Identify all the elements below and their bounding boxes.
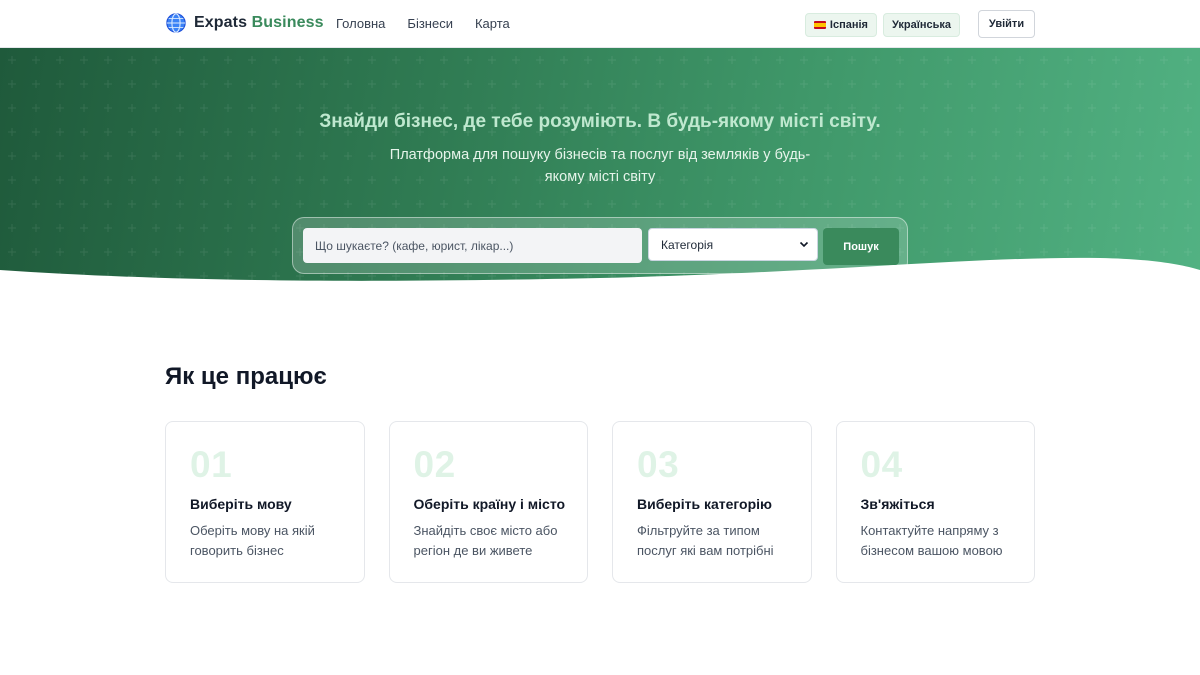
logo-text: Expats Business: [194, 14, 324, 31]
step-title: Виберіть категорію: [637, 496, 772, 512]
category-select[interactable]: Категорія: [648, 228, 818, 261]
nav-businesses[interactable]: Бізнеси: [407, 16, 453, 31]
header-actions: Іспанія Українська Увійти: [804, 10, 1035, 38]
language-selector[interactable]: Українська: [882, 13, 960, 37]
hero-title: Знайди бізнес, де тебе розуміють. В будь…: [319, 111, 881, 132]
step-card: 01 Виберіть мову Оберіть мову на якій го…: [165, 421, 365, 583]
country-label: Іспанія: [829, 19, 868, 31]
step-description: Оберіть мову на якій говорить бізнес: [190, 523, 315, 558]
country-selector[interactable]: Іспанія: [804, 13, 877, 37]
step-title: Виберіть мову: [190, 496, 292, 512]
search-input[interactable]: [303, 228, 642, 263]
spain-flag-icon: [813, 21, 826, 29]
steps-grid: 01 Виберіть мову Оберіть мову на якій го…: [165, 421, 1035, 583]
search-panel: Категорія Пошук: [292, 217, 908, 274]
step-description: Знайдіть своє місто або регіон де ви жив…: [413, 523, 558, 558]
main-nav: Головна Бізнеси Карта: [336, 16, 510, 31]
language-label: Українська: [891, 19, 951, 31]
globe-icon: [166, 13, 186, 33]
step-card: 03 Виберіть категорію Фільтруйте за типо…: [612, 421, 812, 583]
search-button[interactable]: Пошук: [823, 228, 899, 265]
step-number: 02: [413, 444, 456, 485]
chevron-down-icon: [799, 241, 809, 248]
step-title: Зв'яжіться: [860, 496, 935, 512]
logo[interactable]: Expats Business: [165, 12, 324, 34]
nav-map[interactable]: Карта: [475, 16, 510, 31]
login-button[interactable]: Увійти: [978, 10, 1035, 38]
step-card: 04 Зв'яжіться Контактуйте напряму з бізн…: [835, 421, 1035, 583]
step-title: Оберіть країну і місто: [413, 496, 566, 512]
step-number: 04: [860, 444, 903, 485]
hero-subtitle: Платформа для пошуку бізнесів та послуг …: [389, 147, 811, 185]
nav-home[interactable]: Головна: [336, 16, 385, 31]
step-description: Фільтруйте за типом послуг які вам потрі…: [637, 523, 774, 558]
step-number: 03: [637, 444, 680, 485]
site-header: Expats Business Головна Бізнеси Карта Іс…: [0, 0, 1200, 48]
step-number: 01: [190, 444, 233, 485]
step-card: 02 Оберіть країну і місто Знайдіть своє …: [388, 421, 588, 583]
step-description: Контактуйте напряму з бізнесом вашою мов…: [860, 523, 1003, 558]
how-it-works-title: Як це працює: [165, 363, 327, 390]
category-value: Категорія: [661, 237, 714, 252]
